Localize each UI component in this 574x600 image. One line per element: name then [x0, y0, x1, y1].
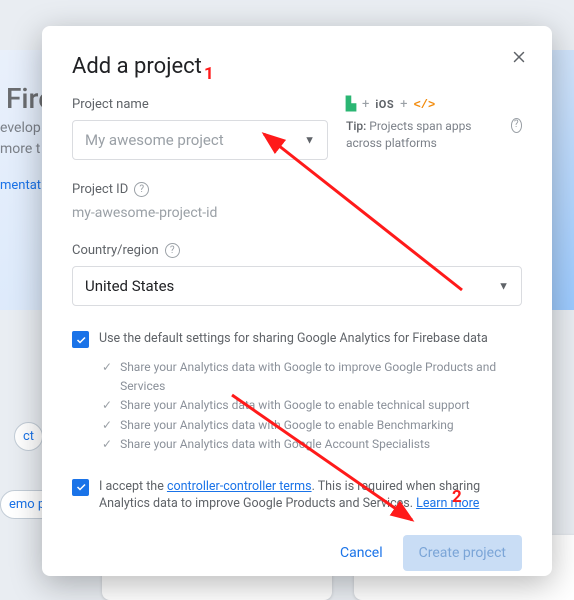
controller-terms-link[interactable]: controller-controller terms: [167, 479, 312, 494]
analytics-default-row[interactable]: Use the default settings for sharing Goo…: [72, 330, 522, 348]
help-icon[interactable]: ?: [134, 182, 149, 197]
bg-subtext: evelop more t: [0, 118, 41, 160]
bullet-3-text: Share your Analytics data with Google to…: [120, 416, 454, 435]
project-id-label-text: Project ID: [72, 182, 128, 197]
tip-label: Tip:: [346, 119, 366, 133]
analytics-bullets: ✓Share your Analytics data with Google t…: [102, 358, 522, 454]
checkbox-analytics[interactable]: [72, 331, 89, 348]
checkbox-terms[interactable]: [72, 479, 89, 496]
project-name-label: Project name: [72, 97, 328, 112]
annotation-1: 1: [204, 64, 214, 84]
country-label: Country/region ?: [72, 243, 522, 258]
learn-more-link[interactable]: Learn more: [416, 496, 479, 511]
project-id-value: my-awesome-project-id: [72, 205, 522, 221]
bg-sub1: evelop: [0, 120, 41, 136]
project-id-label: Project ID ?: [72, 182, 522, 197]
bg-chip-add[interactable]: ct: [14, 422, 43, 451]
check-icon: ✓: [102, 358, 112, 396]
cancel-button[interactable]: Cancel: [324, 535, 399, 571]
bullet-4: ✓ Share your Analytics data with Google A…: [102, 435, 522, 454]
check-icon: ✓: [102, 396, 112, 415]
bg-doc-link[interactable]: mentati: [0, 178, 44, 193]
chevron-down-icon: ▼: [498, 280, 509, 293]
add-project-modal: Add a project Project name My awesome pr…: [42, 26, 552, 576]
tip-panel: ▙ + iOS + </> Tip: Projects span apps ac…: [346, 97, 522, 160]
web-icon: </>: [414, 98, 436, 112]
bullet-1: ✓Share your Analytics data with Google t…: [102, 358, 522, 396]
create-project-button[interactable]: Create project: [403, 535, 522, 571]
check-icon: ✓: [102, 435, 112, 454]
analytics-default-text: Use the default settings for sharing Goo…: [99, 330, 488, 348]
bullet-1-text: Share your Analytics data with Google to…: [120, 358, 522, 396]
bullet-2-text: Share your Analytics data with Google to…: [120, 396, 470, 415]
android-icon: ▙: [346, 97, 356, 112]
help-icon[interactable]: ?: [165, 243, 180, 258]
bullet-4-text: Share your Analytics data with Google Ac…: [120, 435, 430, 454]
check-icon: ✓: [102, 416, 112, 435]
chevron-down-icon: ▼: [304, 134, 315, 147]
ios-icon: iOS: [375, 98, 394, 111]
project-name-placeholder: My awesome project: [85, 131, 224, 149]
modal-title: Add a project: [72, 54, 522, 79]
modal-actions: Cancel Create project: [72, 535, 522, 571]
close-icon[interactable]: [506, 44, 532, 70]
bullet-2: ✓ Share your Analytics data with Google t…: [102, 396, 522, 415]
country-label-text: Country/region: [72, 243, 159, 258]
country-select[interactable]: United States ▼: [72, 266, 522, 306]
country-value: United States: [85, 277, 174, 295]
terms-a: I accept the: [99, 479, 167, 494]
bullet-3: ✓ Share your Analytics data with Google t…: [102, 416, 522, 435]
help-icon[interactable]: ?: [511, 118, 522, 133]
project-name-input[interactable]: My awesome project ▼: [72, 120, 328, 160]
platform-icons: ▙ + iOS + </>: [346, 97, 522, 112]
bg-sub2: more t: [0, 141, 40, 157]
annotation-2: 2: [452, 487, 462, 507]
